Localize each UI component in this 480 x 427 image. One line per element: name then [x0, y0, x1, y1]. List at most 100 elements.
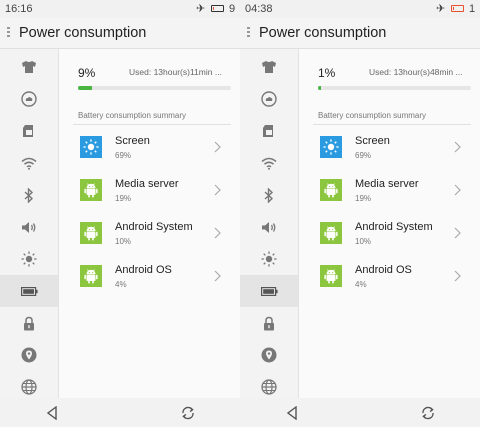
back-icon[interactable] [282, 403, 302, 423]
app-name: Media server [115, 178, 179, 190]
recents-icon[interactable] [178, 403, 198, 423]
divider [73, 124, 231, 125]
volume-icon [21, 221, 37, 234]
left-screen-pane: 16:16 ✈ 9 Power consumption 9% Used: 13hour(s… [0, 0, 240, 398]
chevron-right-icon [214, 226, 221, 244]
wifi-icon [261, 157, 277, 170]
app-name: Android OS [355, 264, 412, 276]
settings-sidebar [0, 49, 59, 398]
sidebar-item-volume[interactable] [0, 211, 58, 243]
app-name: Media server [355, 178, 419, 190]
sidebar-item-bluetooth[interactable] [0, 179, 58, 211]
airplane-mode-icon: ✈ [196, 3, 206, 15]
sidebar-item-brightness[interactable] [240, 243, 298, 275]
status-time: 04:38 [245, 3, 273, 15]
sim-card-icon [22, 124, 36, 138]
sidebar-item-sim-card[interactable] [240, 115, 298, 147]
bluetooth-icon [24, 187, 34, 203]
sidebar-item-brightness[interactable] [0, 243, 58, 275]
sidebar-item-battery[interactable] [240, 275, 298, 307]
title-bar: Power consumption [0, 18, 240, 49]
status-time: 16:16 [5, 3, 33, 15]
page-title: Power consumption [259, 25, 387, 41]
sidebar-item-theme-shirt[interactable] [240, 51, 298, 83]
app-usage-percent: 19% [355, 194, 372, 203]
drawer-handle-icon[interactable] [7, 27, 10, 39]
app-usage-percent: 10% [115, 237, 132, 246]
android-icon [320, 179, 342, 201]
sidebar-item-globe[interactable] [0, 371, 58, 398]
globe-icon [261, 379, 277, 395]
sidebar-item-cloud[interactable] [0, 83, 58, 115]
app-row[interactable]: Android OS 4% [299, 257, 480, 299]
settings-sidebar [240, 49, 299, 398]
sidebar-item-wifi[interactable] [240, 147, 298, 179]
bluetooth-icon [264, 187, 274, 203]
battery-panel: 1% Used: 13hour(s)48min ... Battery consum… [299, 49, 480, 398]
section-header: Battery consumption summary [318, 111, 427, 120]
android-icon [80, 222, 102, 244]
screen-brightness-icon [320, 136, 342, 158]
app-row[interactable]: Android System 10% [59, 214, 240, 256]
back-icon[interactable] [42, 403, 62, 423]
screen-brightness-icon [80, 136, 102, 158]
drawer-handle-icon[interactable] [247, 27, 250, 39]
lock-icon [263, 316, 275, 331]
status-bar: 04:38 ✈ 1 [240, 0, 480, 18]
sidebar-item-lock[interactable] [240, 307, 298, 339]
sidebar-item-battery[interactable] [0, 275, 58, 307]
wifi-icon [21, 157, 37, 170]
status-battery-icon [211, 5, 224, 12]
app-usage-percent: 69% [355, 151, 372, 160]
status-bar: 16:16 ✈ 9 [0, 0, 240, 18]
battery-percent: 9% [78, 66, 96, 80]
app-row[interactable]: Media server 19% [299, 171, 480, 213]
cloud-icon [21, 91, 37, 107]
battery-panel: 9% Used: 13hour(s)11min ... Battery consum… [59, 49, 240, 398]
globe-icon [21, 379, 37, 395]
app-name: Screen [355, 135, 390, 147]
chevron-right-icon [454, 183, 461, 201]
sidebar-item-theme-shirt[interactable] [0, 51, 58, 83]
app-usage-percent: 69% [115, 151, 132, 160]
app-row[interactable]: Android OS 4% [59, 257, 240, 299]
location-icon [21, 347, 37, 363]
location-icon [261, 347, 277, 363]
right-screen-pane: 04:38 ✈ 1 Power consumption 1% Used: 13hour(s… [240, 0, 480, 398]
app-usage-percent: 4% [115, 280, 127, 289]
app-usage-percent: 4% [355, 280, 367, 289]
status-battery-level: 9 [229, 3, 236, 15]
theme-shirt-icon [21, 60, 37, 74]
app-name: Screen [115, 135, 150, 147]
app-row[interactable]: Screen 69% [59, 128, 240, 170]
chevron-right-icon [214, 140, 221, 158]
recents-icon[interactable] [418, 403, 438, 423]
app-row[interactable]: Screen 69% [299, 128, 480, 170]
sidebar-item-sim-card[interactable] [0, 115, 58, 147]
battery-progress-bar [78, 86, 231, 90]
section-header: Battery consumption summary [78, 111, 187, 120]
sidebar-item-wifi[interactable] [0, 147, 58, 179]
chevron-right-icon [214, 269, 221, 287]
navigation-bar [0, 398, 480, 427]
brightness-icon [21, 251, 37, 267]
app-row[interactable]: Android System 10% [299, 214, 480, 256]
sidebar-item-globe[interactable] [240, 371, 298, 398]
usage-time: Used: 13hour(s)48min ... [369, 67, 463, 77]
usage-time: Used: 13hour(s)11min ... [129, 67, 222, 77]
page-title: Power consumption [19, 25, 147, 41]
sidebar-item-location[interactable] [0, 339, 58, 371]
app-name: Android System [115, 221, 193, 233]
sidebar-item-cloud[interactable] [240, 83, 298, 115]
sidebar-item-bluetooth[interactable] [240, 179, 298, 211]
chevron-right-icon [454, 226, 461, 244]
sidebar-item-volume[interactable] [240, 211, 298, 243]
android-icon [320, 265, 342, 287]
divider [313, 124, 471, 125]
app-row[interactable]: Media server 19% [59, 171, 240, 213]
status-battery-level: 1 [469, 3, 476, 15]
title-bar: Power consumption [240, 18, 480, 49]
android-icon [80, 265, 102, 287]
sidebar-item-location[interactable] [240, 339, 298, 371]
sidebar-item-lock[interactable] [0, 307, 58, 339]
